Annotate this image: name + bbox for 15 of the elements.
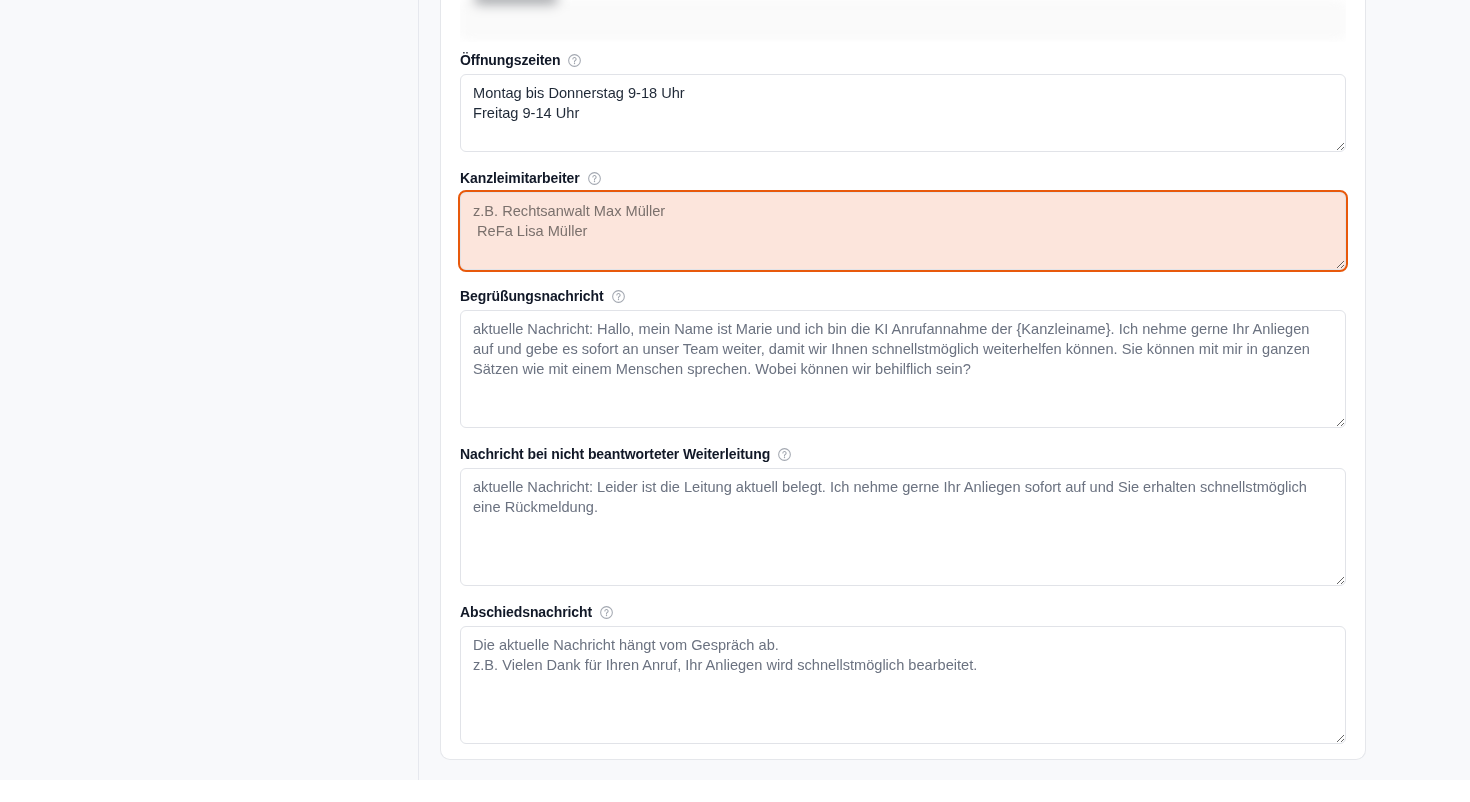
text-area-field[interactable]: aktuelle Nachricht: Hallo, mein Name ist Marie und ich bin die KI Anrufannahme der {Kanzleiname}. Ich nehme gerne Ihr Anliegen auf und gebe es sofort an unser Team weiter, damit wir Ihnen schnellstmöglich weiterhelfen können. Sie können mit mir in ganzen Sätzen wie mit einem Menschen sprechen. Wobei können wir behilflich sein? [460,310,1346,428]
field-label: Abschiedsnachricht [460,603,592,622]
field-label: Öffnungszeiten [460,51,561,70]
text-area-field[interactable]: Die aktuelle Nachricht hängt vom Gespräch ab. z.B. Vielen Dank für Ihren Anruf, Ihr Anliegen wird schnellstmöglich bearbeitet. [460,626,1346,744]
help-icon[interactable] [568,53,582,67]
text-area-field[interactable]: z.B. Rechtsanwalt Max Müller ReFa Lisa Müller [460,192,1346,270]
help-icon[interactable] [778,447,792,461]
help-icon[interactable] [611,289,625,303]
help-icon[interactable] [600,605,613,619]
field-label: Kanzleimitarbeiter [460,169,580,188]
field-label: Begrüßungsnachricht [460,287,604,306]
text-area-field[interactable]: Montag bis Donnerstag 9-18 Uhr Freitag 9-14 Uhr [460,74,1346,152]
field-label: Nachricht bei nicht beantworteter Weiterleitung [460,445,771,464]
text-area-field[interactable]: aktuelle Nachricht: Leider ist die Leitung aktuell belegt. Ich nehme gerne Ihr Anliegen sofort auf und Sie erhalten schnellstmöglich eine Rückmeldung. [460,468,1346,586]
help-icon[interactable] [587,171,601,185]
